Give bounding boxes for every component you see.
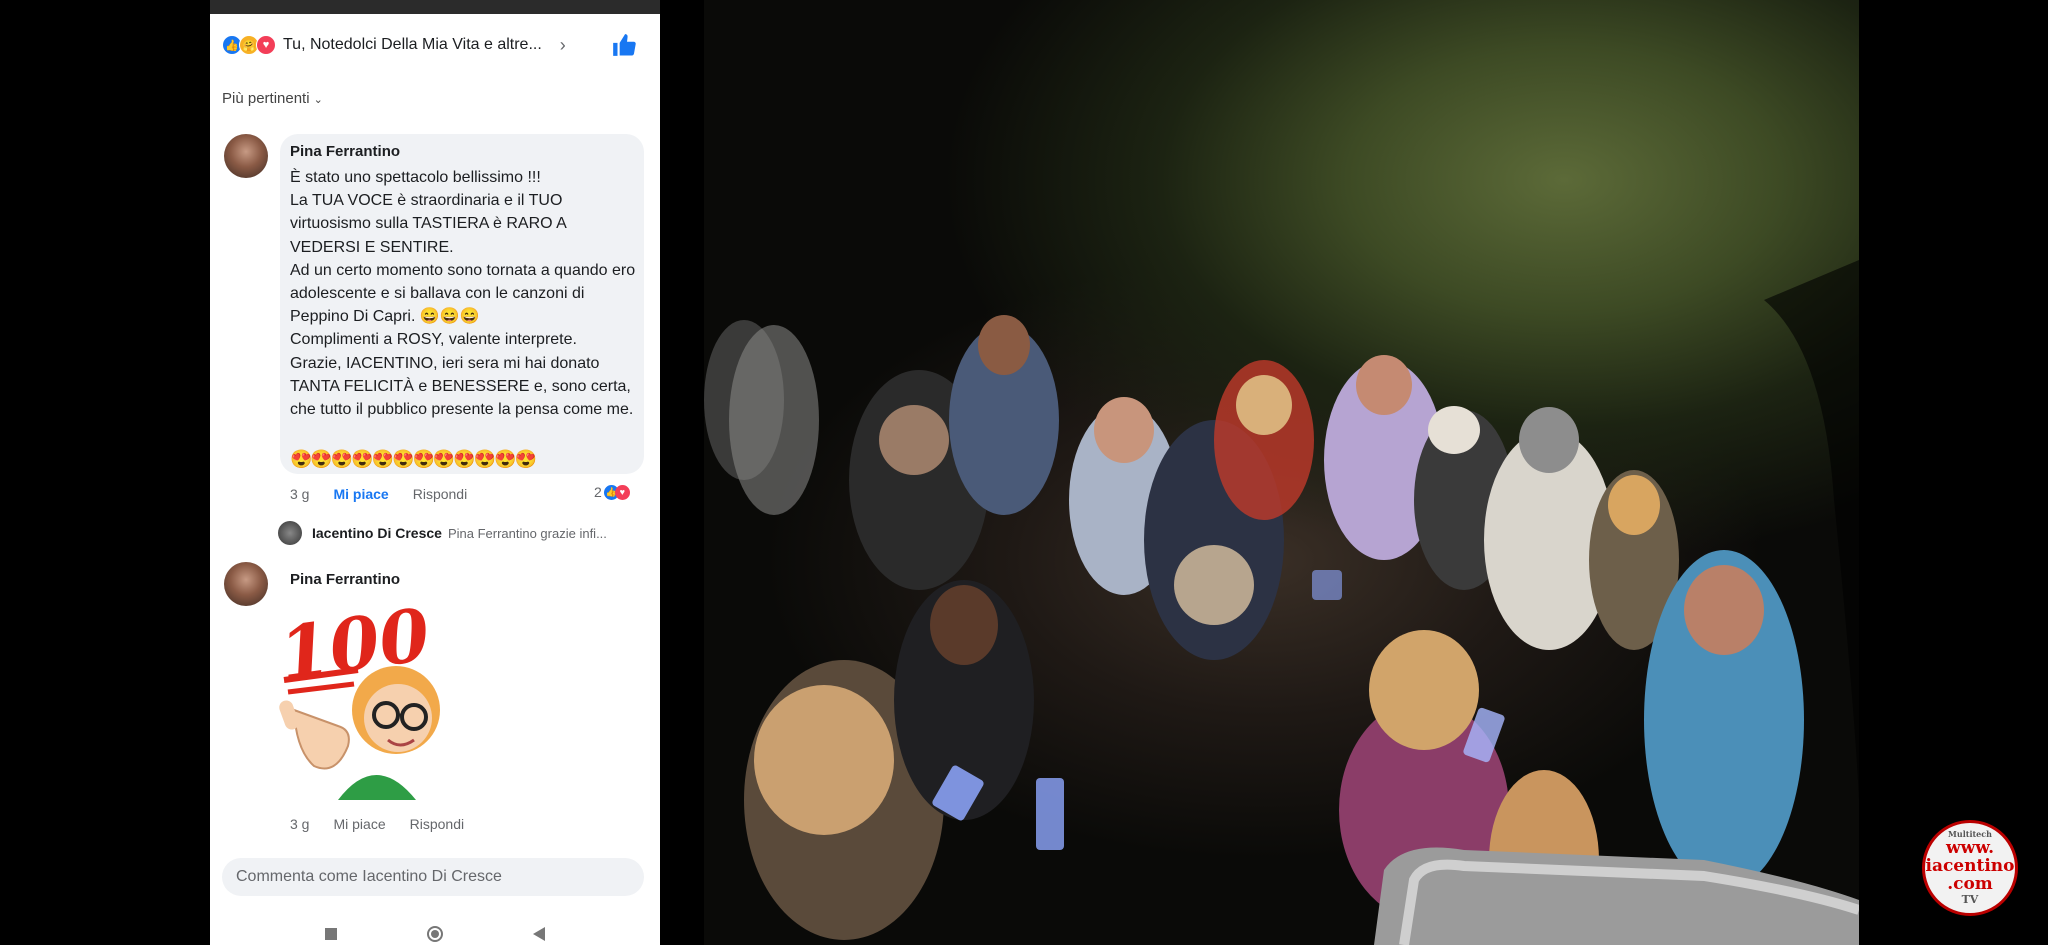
comment-placeholder: Commenta come Iacentino Di Cresce (236, 868, 502, 885)
crowd-scene (704, 260, 1859, 945)
love-reaction-icon: ♥ (614, 484, 630, 500)
like-button[interactable]: Mi piace (333, 816, 385, 832)
heart-emoji-row: 😍😍😍😍😍😍😍😍😍😍😍😍 (290, 449, 537, 469)
reply-preview[interactable]: Iacentino Di Cresce Pina Ferrantino graz… (278, 521, 607, 545)
chevron-right-icon: › (559, 34, 566, 55)
recent-apps-icon[interactable] (325, 928, 337, 940)
reaction-count: 2 (594, 484, 602, 500)
comment-author[interactable]: Pina Ferrantino (290, 571, 400, 588)
status-bar (210, 0, 660, 14)
reactors-label: Tu, Notedolci Della Mia Vita e altre... (283, 36, 542, 53)
reply-author: Iacentino Di Cresce (312, 525, 442, 541)
watermark-line3: .com (1947, 874, 1993, 894)
android-nav-bar (210, 923, 660, 945)
video-frame (704, 0, 1859, 945)
reply-snippet: Pina Ferrantino grazie infi... (447, 525, 607, 541)
watermark-line1: www. (1945, 838, 1995, 858)
sort-label: Più pertinenti (222, 90, 310, 107)
comment-text: È stato uno spettacolo bellissimo !!! La… (290, 169, 636, 419)
back-icon[interactable] (533, 927, 545, 941)
comment-author[interactable]: Pina Ferrantino (290, 143, 400, 160)
comment-actions: 3 g Mi piace Rispondi (290, 816, 488, 832)
like-thumb-icon[interactable] (610, 32, 638, 58)
watermark-line2: iacentino (1925, 856, 2015, 876)
comment-time: 3 g (290, 816, 310, 832)
100-sticker-icon: 100 (276, 600, 440, 800)
comment-time: 3 g (290, 486, 310, 502)
home-icon[interactable] (427, 926, 443, 942)
reply-button[interactable]: Rispondi (410, 816, 464, 832)
love-reaction-icon: ♥ (256, 35, 276, 55)
comment-reaction-count[interactable]: 2 👍 ♥ (594, 484, 630, 500)
chevron-down-icon: ⌄ (313, 94, 323, 106)
sort-selector[interactable]: Più pertinenti ⌄ (222, 90, 323, 107)
avatar[interactable] (224, 562, 268, 606)
reactions-summary-row[interactable]: 👍 🤗 ♥ Tu, Notedolci Della Mia Vita e alt… (222, 28, 642, 62)
reply-button[interactable]: Rispondi (413, 486, 467, 502)
like-button[interactable]: Mi piace (333, 486, 388, 502)
avatar[interactable] (224, 134, 268, 178)
watermark-tv: TV (1961, 893, 1979, 906)
site-watermark-logo: Multitech www. iacentino .com TV (1922, 820, 2018, 916)
reply-avatar (278, 521, 302, 545)
comment-actions: 3 g Mi piace Rispondi (290, 486, 491, 502)
reaction-emojis: 👍 🤗 ♥ (222, 35, 276, 55)
